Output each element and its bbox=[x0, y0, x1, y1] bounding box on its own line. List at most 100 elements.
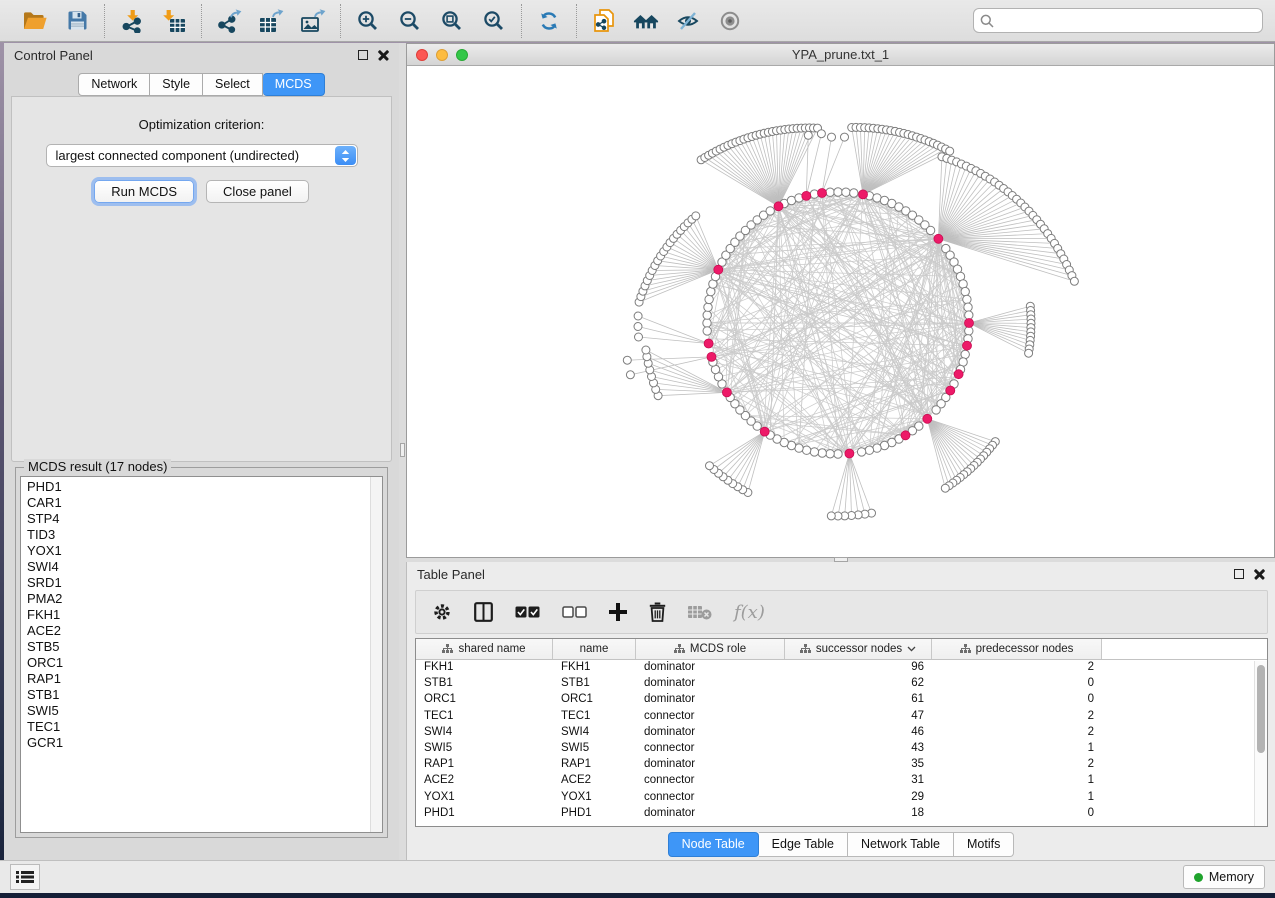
clone-network-icon[interactable] bbox=[591, 8, 617, 34]
show-all-icon[interactable] bbox=[717, 8, 743, 34]
cell: connector bbox=[636, 773, 785, 789]
function-builder-icon[interactable]: f(x) bbox=[734, 602, 765, 623]
mcds-result-item[interactable]: SRD1 bbox=[27, 575, 382, 591]
mcds-result-item[interactable]: TEC1 bbox=[27, 719, 382, 735]
column-header-shared-name[interactable]: shared name bbox=[416, 639, 553, 659]
export-image-icon[interactable] bbox=[300, 8, 326, 34]
zoom-selected-icon[interactable] bbox=[481, 8, 507, 34]
tab-motifs[interactable]: Motifs bbox=[954, 832, 1014, 857]
mcds-result-item[interactable]: STP4 bbox=[27, 511, 382, 527]
tab-node-table[interactable]: Node Table bbox=[668, 832, 759, 857]
table-scrollbar-thumb[interactable] bbox=[1257, 665, 1265, 753]
close-table-panel-icon[interactable] bbox=[1254, 569, 1265, 580]
mcds-result-item[interactable]: PMA2 bbox=[27, 591, 382, 607]
mcds-list-scrollbar[interactable] bbox=[370, 477, 382, 832]
mcds-result-item[interactable]: ACE2 bbox=[27, 623, 382, 639]
mcds-result-group: MCDS result (17 nodes) PHD1CAR1STP4TID3Y… bbox=[15, 467, 388, 838]
table-row[interactable]: RAP1RAP1dominator352 bbox=[416, 757, 1267, 773]
first-neighbors-icon[interactable] bbox=[633, 8, 659, 34]
table-row[interactable]: YOX1YOX1connector291 bbox=[416, 790, 1267, 806]
tab-network-table[interactable]: Network Table bbox=[848, 832, 954, 857]
refresh-layout-icon[interactable] bbox=[536, 8, 562, 34]
zoom-in-icon[interactable] bbox=[355, 8, 381, 34]
network-canvas[interactable] bbox=[407, 66, 1274, 557]
cell: YOX1 bbox=[416, 790, 553, 806]
cell: 96 bbox=[785, 660, 932, 676]
status-bar: Memory bbox=[0, 860, 1275, 893]
select-all-icon[interactable] bbox=[515, 606, 540, 618]
delete-columns-icon[interactable] bbox=[649, 602, 666, 622]
column-label: name bbox=[580, 643, 609, 655]
cell: ORC1 bbox=[553, 692, 636, 708]
node-table: shared name name MCDS rolesuccessor nodesp… bbox=[415, 638, 1268, 827]
table-row[interactable]: ACE2ACE2connector311 bbox=[416, 773, 1267, 789]
mcds-result-item[interactable]: ORC1 bbox=[27, 655, 382, 671]
close-panel-button[interactable]: Close panel bbox=[206, 180, 309, 203]
mcds-result-item[interactable]: YOX1 bbox=[27, 543, 382, 559]
export-table-icon[interactable] bbox=[258, 8, 284, 34]
delete-table-icon[interactable] bbox=[688, 604, 712, 620]
mcds-result-item[interactable]: STB1 bbox=[27, 687, 382, 703]
cell: TEC1 bbox=[416, 709, 553, 725]
table-row[interactable]: PHD1PHD1dominator180 bbox=[416, 806, 1267, 822]
tab-style[interactable]: Style bbox=[150, 73, 203, 96]
select-stepper-icon bbox=[335, 146, 356, 165]
tree-icon bbox=[800, 644, 811, 654]
control-panel-title: Control Panel bbox=[14, 48, 93, 63]
run-mcds-button[interactable]: Run MCDS bbox=[94, 180, 194, 203]
tab-edge-table[interactable]: Edge Table bbox=[759, 832, 848, 857]
search-input[interactable] bbox=[973, 8, 1263, 33]
mcds-result-item[interactable]: CAR1 bbox=[27, 495, 382, 511]
table-row[interactable]: SWI4SWI4dominator462 bbox=[416, 725, 1267, 741]
cell: STB1 bbox=[553, 676, 636, 692]
cell: 18 bbox=[785, 806, 932, 822]
mcds-result-item[interactable]: RAP1 bbox=[27, 671, 382, 687]
mcds-result-item[interactable]: SWI4 bbox=[27, 559, 382, 575]
tab-network[interactable]: Network bbox=[78, 73, 150, 96]
cell: SWI5 bbox=[416, 741, 553, 757]
import-network-icon[interactable] bbox=[119, 8, 145, 34]
cell: SWI5 bbox=[553, 741, 636, 757]
float-panel-icon[interactable] bbox=[358, 50, 368, 60]
float-table-panel-icon[interactable] bbox=[1234, 569, 1244, 579]
new-column-icon[interactable] bbox=[609, 603, 627, 621]
tab-mcds[interactable]: MCDS bbox=[263, 73, 325, 96]
save-session-icon[interactable] bbox=[64, 8, 90, 34]
mcds-result-item[interactable]: GCR1 bbox=[27, 735, 382, 751]
open-file-icon[interactable] bbox=[22, 8, 48, 34]
mcds-result-title: MCDS result (17 nodes) bbox=[24, 459, 171, 474]
vertical-splitter-handle[interactable] bbox=[400, 443, 405, 457]
criterion-select[interactable]: largest connected component (undirected) bbox=[46, 144, 358, 167]
column-header-predecessor-nodes[interactable]: predecessor nodes bbox=[932, 639, 1102, 659]
hide-selected-icon[interactable] bbox=[675, 8, 701, 34]
table-row[interactable]: SWI5SWI5connector431 bbox=[416, 741, 1267, 757]
column-header-successor-nodes[interactable]: successor nodes bbox=[785, 639, 932, 659]
mcds-result-item[interactable]: TID3 bbox=[27, 527, 382, 543]
cell: 2 bbox=[932, 709, 1102, 725]
column-header-MCDS-role[interactable]: MCDS role bbox=[636, 639, 785, 659]
cell: connector bbox=[636, 790, 785, 806]
zoom-out-icon[interactable] bbox=[397, 8, 423, 34]
mcds-result-item[interactable]: SWI5 bbox=[27, 703, 382, 719]
mcds-result-item[interactable]: PHD1 bbox=[27, 479, 382, 495]
deselect-all-icon[interactable] bbox=[562, 606, 587, 618]
mcds-result-item[interactable]: FKH1 bbox=[27, 607, 382, 623]
tab-select[interactable]: Select bbox=[203, 73, 263, 96]
zoom-fit-icon[interactable] bbox=[439, 8, 465, 34]
table-row[interactable]: TEC1TEC1connector472 bbox=[416, 709, 1267, 725]
export-network-icon[interactable] bbox=[216, 8, 242, 34]
import-table-icon[interactable] bbox=[161, 8, 187, 34]
close-panel-icon[interactable] bbox=[378, 50, 389, 61]
task-history-button[interactable] bbox=[10, 864, 40, 890]
table-mode-icon[interactable] bbox=[432, 602, 452, 622]
memory-label: Memory bbox=[1209, 870, 1254, 884]
mcds-result-item[interactable]: STB5 bbox=[27, 639, 382, 655]
table-row[interactable]: FKH1FKH1dominator962 bbox=[416, 660, 1267, 676]
table-row[interactable]: STB1STB1dominator620 bbox=[416, 676, 1267, 692]
cell: 0 bbox=[932, 676, 1102, 692]
table-row[interactable]: ORC1ORC1dominator610 bbox=[416, 692, 1267, 708]
tree-icon bbox=[442, 644, 453, 654]
column-header-name[interactable]: name bbox=[553, 639, 636, 659]
show-columns-icon[interactable] bbox=[474, 602, 493, 622]
memory-button[interactable]: Memory bbox=[1183, 865, 1265, 889]
